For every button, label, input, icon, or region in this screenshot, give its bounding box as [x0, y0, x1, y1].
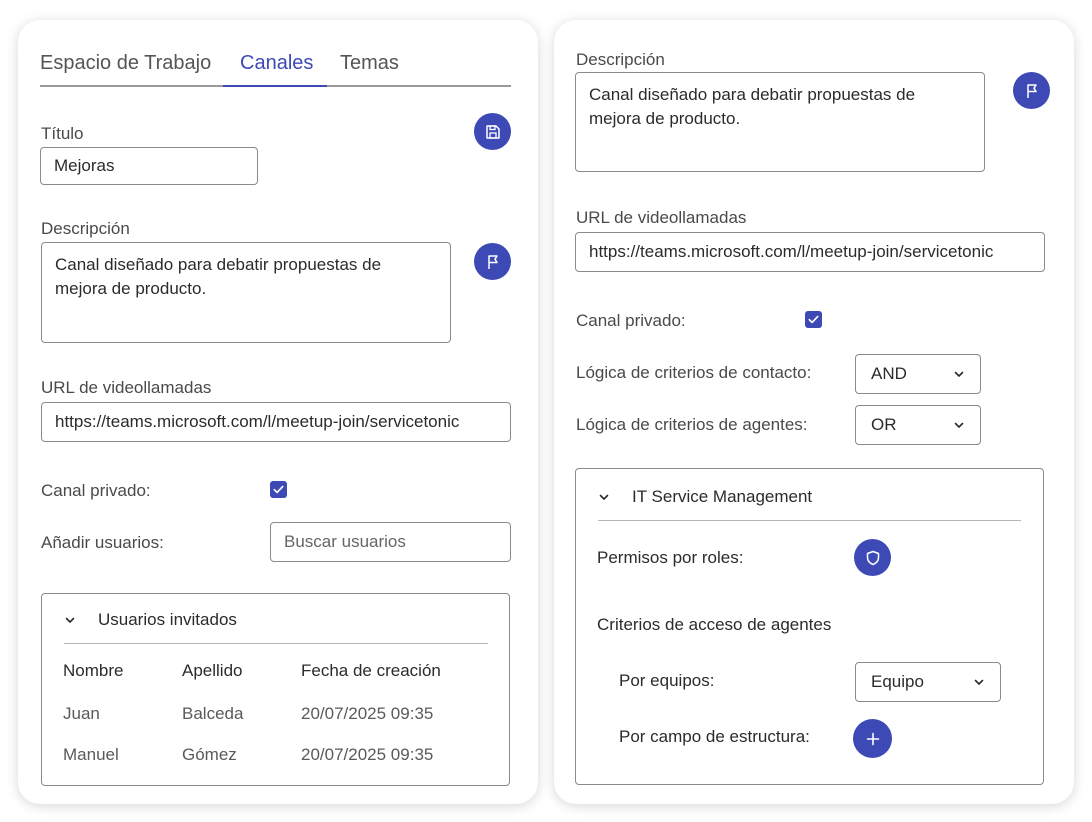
tab-bar: Espacio de Trabajo Canales Temas — [40, 20, 511, 87]
save-icon — [485, 124, 500, 139]
agent-access-criteria-label: Criterios de acceso de agentes — [597, 615, 832, 634]
invited-users-toggle[interactable]: Usuarios invitados — [64, 610, 237, 630]
tab-canales[interactable]: Canales — [240, 52, 313, 75]
table-cell: 20/07/2025 09:35 — [301, 704, 434, 723]
url-label: URL de videollamadas — [576, 208, 747, 227]
chevron-down-icon — [974, 679, 984, 685]
save-button[interactable] — [474, 113, 511, 150]
private-channel-checkbox[interactable] — [805, 311, 822, 328]
plus-icon — [866, 732, 879, 745]
team-select-value: Equipo — [871, 672, 924, 691]
flag-button[interactable] — [474, 243, 511, 280]
left-card: Espacio de Trabajo Canales Temas Título … — [18, 20, 538, 804]
add-users-label: Añadir usuarios: — [41, 533, 164, 552]
active-tab-indicator — [223, 85, 327, 87]
table-cell: Balceda — [182, 704, 244, 723]
panel-divider — [64, 643, 488, 644]
itsm-title: IT Service Management — [632, 487, 813, 506]
url-label: URL de videollamadas — [41, 378, 212, 397]
team-select[interactable]: Equipo — [855, 662, 1001, 702]
table-cell: Manuel — [63, 745, 119, 764]
invited-users-title: Usuarios invitados — [98, 610, 237, 629]
flag-icon — [487, 254, 498, 269]
table-cell: 20/07/2025 09:35 — [301, 745, 434, 764]
contact-logic-label: Lógica de criterios de contacto: — [576, 363, 812, 382]
tab-espacio-de-trabajo[interactable]: Espacio de Trabajo — [40, 52, 211, 75]
column-header-nombre: Nombre — [63, 661, 124, 680]
description-label: Descripción — [576, 50, 665, 69]
by-team-label: Por equipos: — [619, 671, 715, 690]
contact-logic-select[interactable]: AND — [855, 354, 981, 394]
flag-button[interactable] — [1013, 72, 1050, 109]
agent-logic-select[interactable]: OR — [855, 405, 981, 445]
chevron-down-icon — [954, 371, 964, 377]
title-input[interactable]: Mejoras — [40, 147, 258, 185]
chevron-down-icon — [65, 617, 75, 623]
search-users-input[interactable]: Buscar usuarios — [270, 522, 511, 562]
url-input[interactable]: https://teams.microsoft.com/l/meetup-joi… — [575, 232, 1045, 272]
column-header-apellido: Apellido — [182, 661, 243, 680]
role-permissions-label: Permisos por roles: — [597, 548, 744, 567]
title-label: Título — [41, 124, 84, 143]
description-textarea[interactable]: Canal diseñado para debatir propuestas d… — [41, 242, 451, 343]
itsm-toggle[interactable]: IT Service Management — [598, 487, 812, 507]
tab-temas[interactable]: Temas — [340, 52, 399, 75]
agent-logic-label: Lógica de criterios de agentes: — [576, 415, 808, 434]
flag-icon — [1026, 83, 1037, 98]
description-textarea[interactable]: Canal diseñado para debatir propuestas d… — [575, 72, 985, 172]
check-icon — [808, 315, 819, 324]
right-card: Descripción Canal diseñado para debatir … — [554, 20, 1074, 804]
add-structure-field-button[interactable] — [853, 719, 892, 758]
table-cell: Gómez — [182, 745, 237, 764]
private-channel-label: Canal privado: — [576, 311, 686, 330]
contact-logic-value: AND — [871, 364, 907, 383]
private-channel-label: Canal privado: — [41, 481, 151, 500]
description-label: Descripción — [41, 219, 130, 238]
column-header-fecha: Fecha de creación — [301, 661, 441, 680]
private-channel-checkbox[interactable] — [270, 481, 287, 498]
table-cell: Juan — [63, 704, 100, 723]
chevron-down-icon — [599, 494, 609, 500]
chevron-down-icon — [954, 422, 964, 428]
itsm-panel: IT Service Management Permisos por roles… — [575, 468, 1044, 785]
structure-field-label: Por campo de estructura: — [619, 727, 810, 746]
panel-divider — [598, 520, 1021, 521]
invited-users-panel: Usuarios invitados Nombre Apellido Fecha… — [41, 593, 510, 786]
shield-icon — [866, 550, 879, 565]
check-icon — [273, 485, 284, 494]
agent-logic-value: OR — [871, 415, 897, 434]
role-permissions-button[interactable] — [854, 539, 891, 576]
url-input[interactable]: https://teams.microsoft.com/l/meetup-joi… — [41, 402, 511, 442]
